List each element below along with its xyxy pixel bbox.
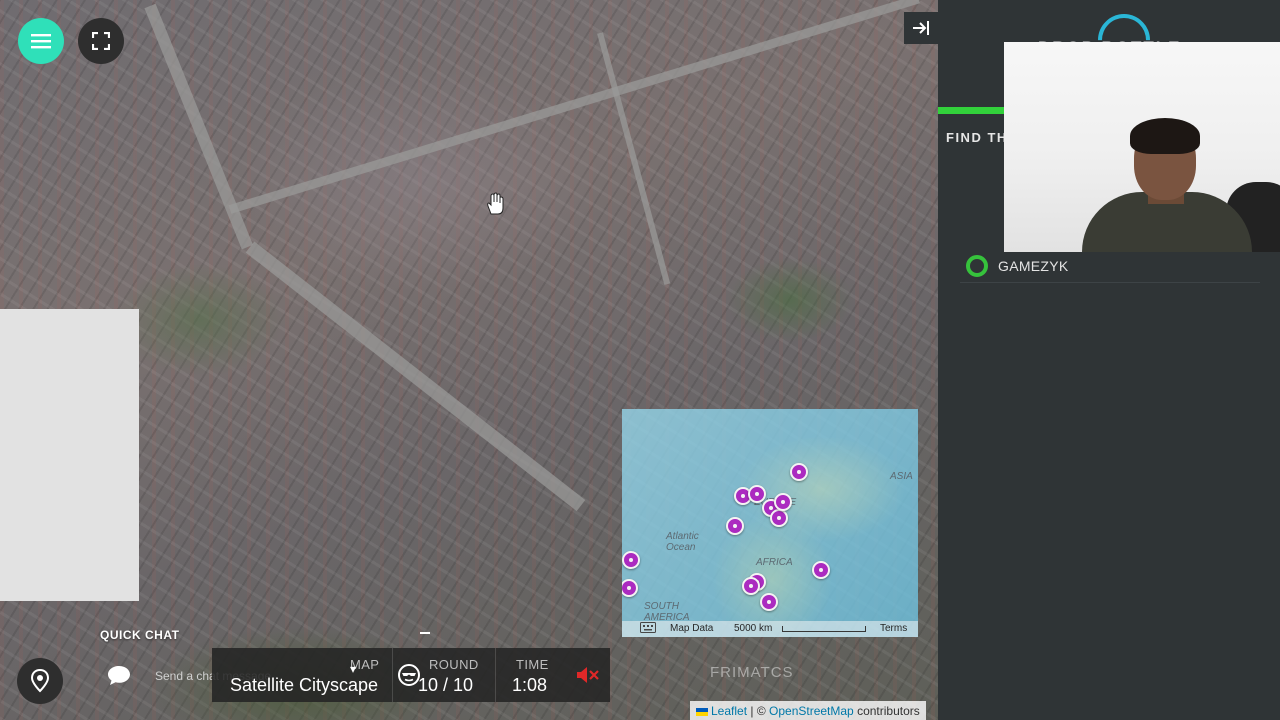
- road: [228, 0, 920, 214]
- guess-pin[interactable]: [760, 593, 778, 611]
- guess-minimap[interactable]: ASIA EUROPE AFRICA Atlantic Ocean SOUTH …: [622, 409, 918, 637]
- time-value: 1:08: [512, 675, 548, 695]
- guess-pin[interactable]: [742, 577, 760, 595]
- collapse-sidebar-icon: [913, 21, 929, 35]
- road: [245, 241, 586, 512]
- attribution-contributors: contributors: [857, 704, 920, 718]
- online-status-icon: [966, 255, 988, 277]
- fullscreen-button[interactable]: [78, 18, 124, 64]
- satellite-map[interactable]: ASIA EUROPE AFRICA Atlantic Ocean SOUTH …: [0, 0, 938, 720]
- game-status-bar: MAP Satellite Cityscape ▾ ROUND 10 / 10 …: [212, 648, 610, 702]
- continent-label: SOUTH AMERICA: [644, 601, 690, 623]
- streamer-hair: [1130, 118, 1200, 154]
- time-label: TIME: [516, 657, 549, 672]
- round-value: 10 / 10: [418, 675, 474, 695]
- continent-label: AFRICA: [756, 557, 793, 568]
- hand-cursor-icon: [484, 192, 504, 216]
- player-list-item[interactable]: GAMEZYK: [960, 250, 1260, 283]
- divider: [495, 648, 496, 702]
- fullscreen-icon: [92, 32, 110, 50]
- road: [144, 3, 253, 250]
- mute-button[interactable]: [576, 665, 600, 690]
- guess-pin[interactable]: [790, 463, 808, 481]
- guess-pin[interactable]: [812, 561, 830, 579]
- terms-link[interactable]: Terms: [880, 623, 907, 634]
- place-guess-button[interactable]: [17, 658, 63, 704]
- guess-pin[interactable]: [770, 509, 788, 527]
- ukraine-flag-icon: [696, 708, 708, 716]
- dropdown-caret-icon[interactable]: ▾: [350, 662, 356, 676]
- map-data-label: Map Data: [670, 623, 714, 634]
- map-attribution: Leaflet | © OpenStreetMap contributors: [690, 701, 926, 720]
- scale-label: 5000 km: [734, 623, 773, 634]
- map-pin-icon: [30, 668, 50, 693]
- overlay-ghost-text: FRIMATCS: [710, 664, 794, 681]
- round-progress-bar: [938, 107, 1004, 114]
- road: [597, 32, 671, 285]
- map-name: Satellite Cityscape: [230, 675, 379, 695]
- anonymous-mask-icon: [398, 664, 420, 691]
- webcam-overlay: [1004, 42, 1280, 252]
- keyboard-icon: [640, 622, 656, 636]
- speaker-muted-icon: [577, 667, 599, 683]
- openstreetmap-link[interactable]: OpenStreetMap: [769, 704, 854, 718]
- chat-bubble-icon: [108, 666, 130, 685]
- hamburger-menu-icon: [31, 34, 51, 49]
- round-label: ROUND: [429, 657, 479, 672]
- find-title: FIND TH: [946, 130, 1008, 145]
- minimap-attribution-bar: Map Data 5000 km Terms: [622, 621, 918, 637]
- ocean-label: Atlantic Ocean: [666, 531, 699, 553]
- player-name: GAMEZYK: [998, 258, 1069, 274]
- quick-chat-title: QUICK CHAT: [100, 628, 180, 642]
- side-overlay-panel: [0, 309, 139, 601]
- guess-pin[interactable]: [774, 493, 792, 511]
- guess-pin[interactable]: [726, 517, 744, 535]
- guess-pin[interactable]: [748, 485, 766, 503]
- guess-pin[interactable]: [622, 579, 638, 597]
- attribution-separator: | ©: [750, 704, 766, 718]
- leaflet-link[interactable]: Leaflet: [711, 704, 747, 718]
- continent-label: ASIA: [890, 471, 913, 482]
- menu-button[interactable]: [18, 18, 64, 64]
- divider: [392, 648, 393, 702]
- collapse-sidebar-button[interactable]: [904, 12, 938, 44]
- drag-handle[interactable]: [420, 632, 430, 634]
- guess-pin[interactable]: [622, 551, 640, 569]
- scale-bar: [782, 626, 866, 632]
- chat-button[interactable]: [102, 660, 136, 690]
